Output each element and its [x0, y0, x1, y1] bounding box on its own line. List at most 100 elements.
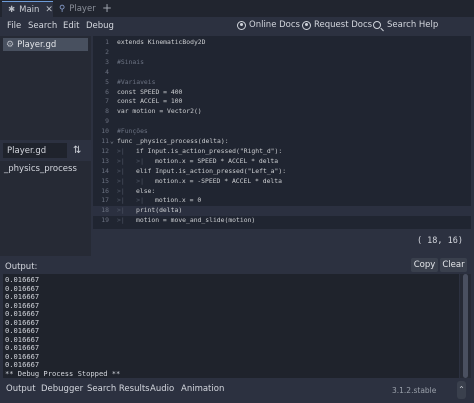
code-line[interactable]: 9	[93, 117, 471, 127]
fold-arrow-icon[interactable]: ⌄	[110, 137, 114, 147]
code-line[interactable]: 3 #Sinais	[93, 58, 471, 68]
panel-expand-icon[interactable]: ⌃	[457, 381, 466, 399]
code-content: const ACCEL = 100	[117, 97, 183, 106]
code-content: extends KinematicBody2D	[117, 38, 206, 46]
code-line[interactable]: 7 const ACCEL = 100	[93, 97, 471, 107]
tab-main[interactable]: ✱ Main ✕	[2, 1, 53, 17]
online-docs-button[interactable]: Online Docs	[237, 20, 300, 30]
indent-guide: >|	[117, 146, 137, 155]
code-line[interactable]: 16 >| else:	[93, 187, 471, 197]
code-text: #Funções	[117, 127, 148, 137]
code-line[interactable]: 14 >| elif Input.is_action_pressed("Left_…	[93, 167, 471, 177]
code-content: #Variaveis	[117, 77, 156, 86]
code-content: print(delta)	[136, 206, 183, 215]
version-label: 3.1.2.stable	[392, 386, 437, 395]
close-icon[interactable]: ✕	[45, 5, 53, 15]
code-content: motion.x = SPEED * ACCEL * delta	[155, 156, 279, 165]
code-line[interactable]: 15 >| >| motion.x = -SPEED * ACCEL * delt…	[93, 177, 471, 187]
code-text: func _physics_process(delta):	[117, 137, 229, 147]
editor-status-bar: ( 18, 16)	[93, 229, 471, 254]
script-list: ⚙ Player.gd	[0, 36, 91, 140]
code-content: const SPEED = 400	[117, 87, 183, 96]
tab-audio[interactable]: Audio	[150, 384, 174, 394]
line-number: 15	[101, 176, 109, 185]
indent-guide: >|	[117, 216, 137, 225]
line-number: 17	[101, 196, 109, 205]
line-number: 13	[101, 156, 109, 165]
line-number: 14	[101, 166, 109, 175]
line-number: 9	[105, 117, 109, 126]
script-menu-bar: File Search Edit Debug Online Docs Reque…	[0, 17, 474, 36]
node-icon: ⚲	[59, 4, 66, 14]
tab-animation[interactable]: Animation	[181, 384, 224, 394]
help-icon	[237, 20, 246, 30]
add-scene-icon[interactable]: +	[102, 1, 112, 15]
line-number: 12	[101, 146, 109, 155]
line-number: 18	[101, 206, 109, 215]
output-scrollbar[interactable]	[460, 274, 471, 378]
code-line[interactable]: 5 #Variaveis	[93, 78, 471, 88]
code-text: const ACCEL = 100	[117, 97, 182, 107]
code-line[interactable]: 10 #Funções	[93, 127, 471, 137]
bottom-panel-tabs: Output Debugger Search Results Audio Ani…	[0, 380, 474, 403]
code-content: var motion = Vector2()	[117, 107, 202, 116]
script-item-player[interactable]: ⚙ Player.gd	[3, 38, 88, 51]
methods-title-label: Player.gd	[7, 145, 47, 156]
script-gear-icon: ⚙	[6, 39, 15, 50]
line-number: 10	[101, 127, 109, 136]
line-number: 6	[105, 87, 109, 96]
tab-player[interactable]: ⚲ Player	[53, 1, 99, 17]
menu-file[interactable]: File	[7, 21, 21, 31]
indent-guide: >| >|	[117, 176, 156, 185]
code-line[interactable]: 8 var motion = Vector2()	[93, 107, 471, 117]
cursor-position: ( 18, 16)	[416, 236, 463, 246]
method-item[interactable]: _physics_process	[4, 164, 77, 174]
output-header: Output: Copy Clear	[0, 257, 474, 274]
tab-search-results[interactable]: Search Results	[87, 384, 150, 394]
code-line[interactable]: 2	[93, 48, 471, 58]
output-line: ** Debug Process Stopped **	[5, 368, 121, 378]
code-text: const SPEED = 400	[117, 88, 182, 98]
output-log[interactable]: 0.016667 0.016667 0.016667 0.016667 0.016667…	[3, 274, 459, 378]
code-line[interactable]: 4	[93, 68, 471, 78]
code-line[interactable]: 17 >| >| motion.x = 0	[93, 196, 471, 206]
help-icon	[302, 20, 311, 30]
code-line[interactable]: 19 >| motion = move_and_slide(motion)	[93, 216, 471, 226]
methods-filter-field[interactable]: Player.gd	[3, 143, 67, 158]
code-line[interactable]: 6 const SPEED = 400	[93, 88, 471, 98]
code-text: #Variaveis	[117, 78, 155, 88]
code-editor[interactable]: 1 extends KinematicBody2D 2 3 #Sinais 4 5 #Vari…	[93, 36, 471, 229]
indent-guide: >|	[117, 206, 137, 215]
request-docs-label: Request Docs	[314, 20, 373, 30]
code-text: var motion = Vector2()	[117, 107, 202, 117]
code-line[interactable]: 11 ⌄ func _physics_process(delta):	[93, 137, 471, 147]
code-text: motion.x = -SPEED * ACCEL * delta	[155, 177, 282, 187]
request-docs-button[interactable]: Request Docs	[302, 20, 372, 30]
indent-guide: >| >|	[117, 196, 156, 205]
sort-icon[interactable]: ⇅	[73, 145, 81, 156]
code-line[interactable]: 1 extends KinematicBody2D	[93, 38, 471, 48]
menu-edit[interactable]: Edit	[63, 21, 79, 31]
menu-search[interactable]: Search	[28, 21, 57, 31]
code-content: motion.x = 0	[155, 196, 202, 205]
search-help-button[interactable]: Search Help	[373, 20, 438, 30]
code-line[interactable]: 18 >| print(delta)	[93, 206, 471, 217]
scrollbar-thumb[interactable]	[463, 274, 468, 378]
code-text: motion.x = SPEED * ACCEL * delta	[155, 157, 278, 167]
search-icon	[373, 21, 381, 29]
code-content: #Funções	[117, 127, 148, 136]
tab-debugger[interactable]: Debugger	[41, 384, 83, 394]
clear-button[interactable]: Clear	[440, 258, 467, 272]
menu-debug[interactable]: Debug	[86, 21, 114, 31]
code-text: motion.x = 0	[155, 196, 201, 206]
indent-guide: >|	[117, 166, 137, 175]
output-title: Output:	[5, 262, 38, 272]
code-line[interactable]: 13 >| >| motion.x = SPEED * ACCEL * delta	[93, 157, 471, 167]
line-number: 3	[105, 57, 109, 66]
copy-button[interactable]: Copy	[411, 258, 438, 272]
code-line[interactable]: 12 >| if Input.is_action_pressed("Right_d…	[93, 147, 471, 157]
indent-guide: >| >|	[117, 156, 156, 165]
tab-output[interactable]: Output	[6, 384, 36, 394]
methods-header: Player.gd ⇅	[0, 141, 91, 161]
code-text: extends KinematicBody2D	[117, 38, 206, 48]
